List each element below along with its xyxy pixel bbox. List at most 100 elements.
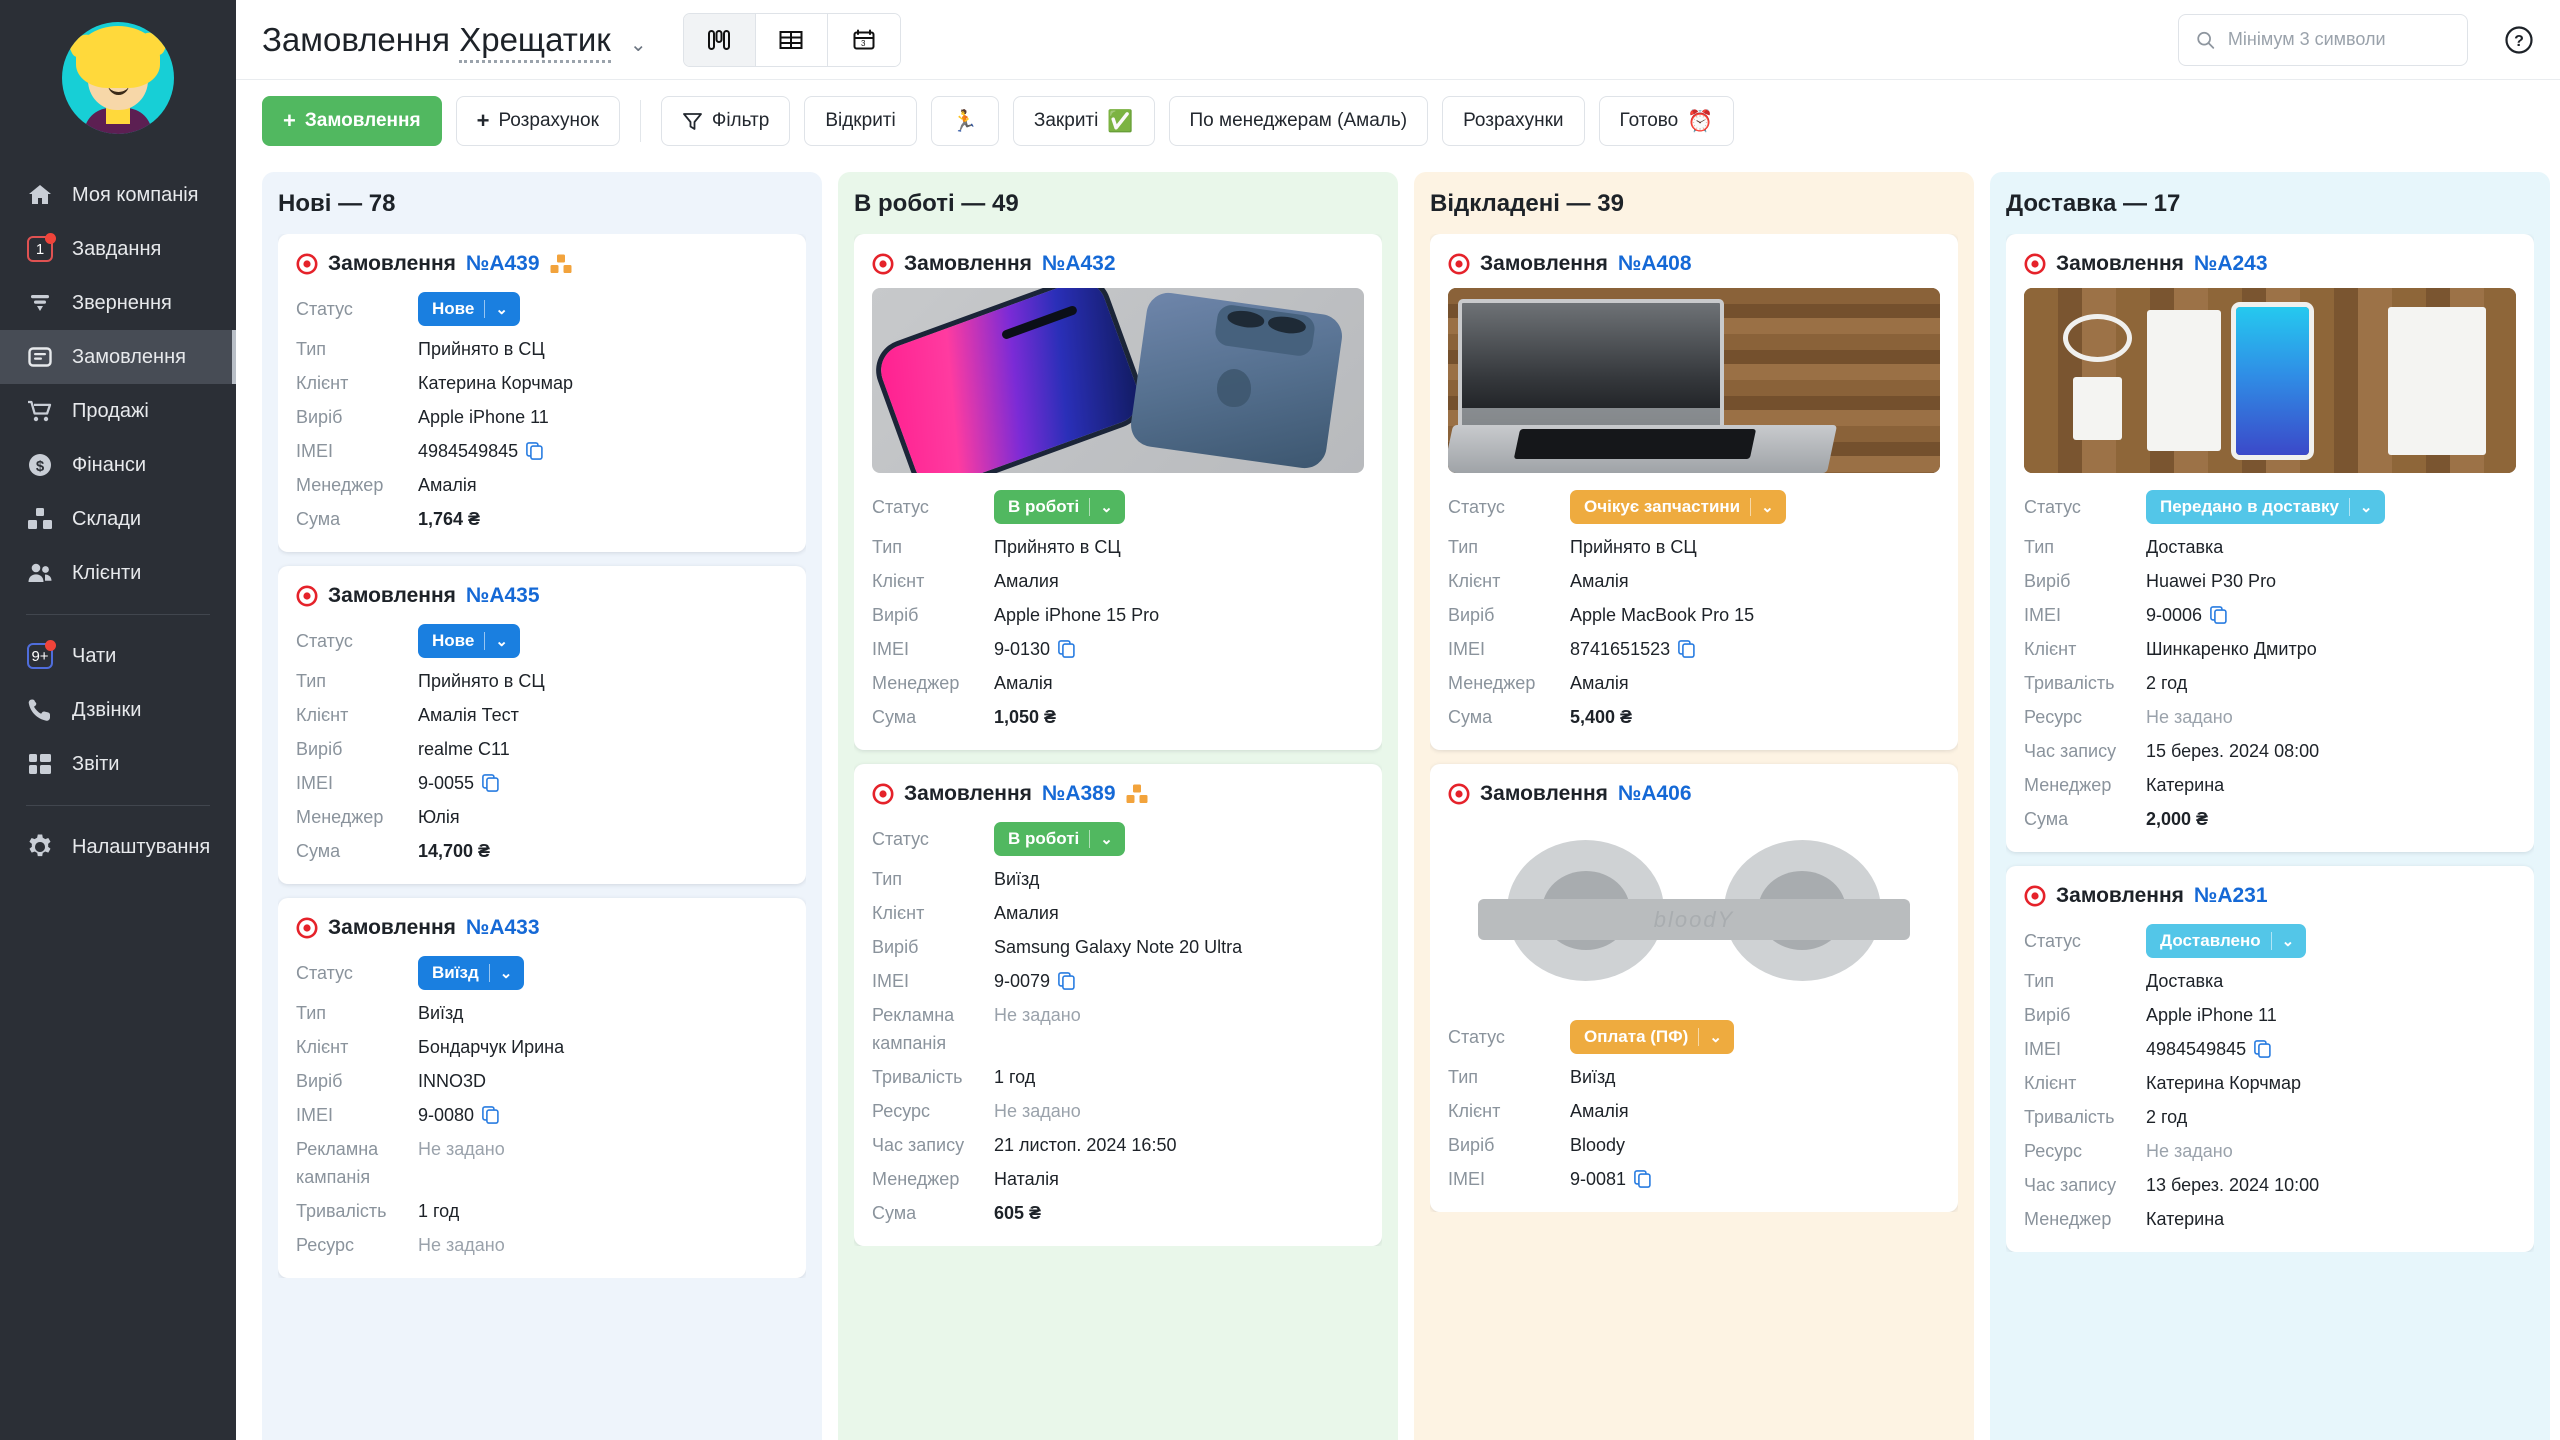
- chevron-down-icon[interactable]: ⌄: [500, 964, 521, 982]
- card-status-row: Статус Передано в доставку ⌄: [2024, 486, 2516, 530]
- card-field-row: Менеджер Наталія: [872, 1162, 1364, 1196]
- column-cards: Замовлення №A439 Статус Нове ⌄ Тип Прийнято в …: [278, 234, 806, 1278]
- order-card[interactable]: Замовлення №A435 Статус Нове ⌄ Тип Прийнято в …: [278, 566, 806, 884]
- status-badge[interactable]: Доставлено ⌄: [2146, 924, 2307, 958]
- filter-button[interactable]: Фільтр: [660, 96, 791, 146]
- field-label: Тривалість: [872, 1067, 963, 1087]
- chevron-down-icon[interactable]: ⌄: [495, 300, 516, 318]
- chevron-down-icon[interactable]: ⌄: [1709, 1028, 1730, 1046]
- card-order-number[interactable]: №A408: [1618, 252, 1692, 276]
- chevron-down-icon[interactable]: ⌄: [495, 632, 516, 650]
- order-card[interactable]: Замовлення №A406 bloodY Статус Оплата (ПФ) ⌄ Т…: [1430, 764, 1958, 1212]
- kanban-view-tab[interactable]: [683, 13, 756, 66]
- card-order-number[interactable]: №A243: [2194, 252, 2268, 276]
- sidebar-item-6[interactable]: $ Фінанси: [0, 438, 236, 492]
- order-card[interactable]: Замовлення №A389 Статус В роботі ⌄ Тип Виїзд Кл…: [854, 764, 1382, 1246]
- field-value: Шинкаренко Дмитро: [2146, 639, 2317, 659]
- card-order-number[interactable]: №A231: [2194, 884, 2268, 908]
- calendar-view-tab[interactable]: 3: [827, 13, 900, 66]
- page-title[interactable]: Замовлення Хрещатик ⌄: [262, 20, 647, 63]
- task-badge-icon: 1: [26, 233, 56, 263]
- status-divider: [488, 964, 490, 982]
- closed-filter-button[interactable]: Закриті ✅: [1012, 96, 1155, 146]
- copy-icon: [482, 1106, 499, 1124]
- card-field-row: Виріб Bloody: [1448, 1128, 1940, 1162]
- field-label: IMEI: [296, 441, 334, 461]
- sidebar-item-8[interactable]: Клієнти: [0, 546, 236, 600]
- status-badge[interactable]: Оплата (ПФ) ⌄: [1570, 1020, 1734, 1054]
- card-order-number[interactable]: №A433: [466, 916, 540, 940]
- card-header: Замовлення №A435: [296, 584, 788, 608]
- sidebar-item-1[interactable]: Моя компанія: [0, 168, 236, 222]
- status-badge[interactable]: В роботі ⌄: [994, 822, 1125, 856]
- sidebar-item-7[interactable]: Склади: [0, 492, 236, 546]
- search-box[interactable]: [2178, 13, 2468, 66]
- status-divider: [484, 632, 486, 650]
- card-field-row: Клієнт Амалия: [872, 896, 1364, 930]
- status-badge[interactable]: В роботі ⌄: [994, 490, 1125, 524]
- chevron-down-icon[interactable]: ⌄: [2282, 932, 2303, 950]
- order-card[interactable]: Замовлення №A243 Статус Передано в доставку…: [2006, 234, 2534, 852]
- field-label: Клієнт: [872, 571, 925, 591]
- field-value: Apple iPhone 15 Pro: [994, 605, 1160, 625]
- help-button[interactable]: ?: [2502, 23, 2536, 57]
- status-badge[interactable]: Передано в доставку ⌄: [2146, 490, 2385, 524]
- field-value: 9-0006: [2146, 601, 2227, 629]
- order-card[interactable]: Замовлення №A432 Статус В роботі ⌄ Тип Прийнят…: [854, 234, 1382, 750]
- chevron-down-icon[interactable]: ⌄: [630, 34, 647, 56]
- card-order-number[interactable]: №A432: [1042, 252, 1116, 276]
- card-order-number[interactable]: №A389: [1042, 782, 1116, 806]
- field-value: realme C11: [418, 739, 510, 759]
- field-label: Клієнт: [296, 373, 349, 393]
- open-filter-button[interactable]: Відкриті: [804, 96, 917, 146]
- sidebar: Моя компанія 1 Завдання Звернення Замовлення…: [0, 0, 236, 1440]
- card-status-row: Статус Очікує запчастини ⌄: [1448, 486, 1940, 530]
- add-estimate-button[interactable]: + Розрахунок: [455, 96, 620, 146]
- sidebar-item-5[interactable]: Продажі: [0, 384, 236, 438]
- card-order-number[interactable]: №A439: [466, 252, 540, 276]
- status-badge[interactable]: Нове ⌄: [418, 292, 520, 326]
- ready-filter-button[interactable]: Готово ⏰: [1598, 96, 1735, 146]
- chevron-down-icon[interactable]: ⌄: [1100, 498, 1121, 516]
- sidebar-item-2[interactable]: 1 Завдання: [0, 222, 236, 276]
- chevron-down-icon[interactable]: ⌄: [2360, 498, 2381, 516]
- sidebar-item-3[interactable]: Звернення: [0, 276, 236, 330]
- order-card[interactable]: Замовлення №A408 Статус Очікує запчастини ⌄ Т…: [1430, 234, 1958, 750]
- field-value: Виїзд: [994, 869, 1040, 889]
- sidebar-item-4[interactable]: Замовлення: [0, 330, 236, 384]
- field-label: Сума: [296, 841, 341, 861]
- field-label: Менеджер: [296, 475, 384, 495]
- sidebar-item-12[interactable]: Налаштування: [0, 820, 236, 874]
- card-field-row: Тип Доставка: [2024, 530, 2516, 564]
- copy-icon: [482, 774, 499, 792]
- chevron-down-icon[interactable]: ⌄: [1761, 498, 1782, 516]
- search-input[interactable]: [2227, 29, 2451, 50]
- chevron-down-icon[interactable]: ⌄: [1100, 830, 1121, 848]
- status-badge[interactable]: Очікує запчастини ⌄: [1570, 490, 1786, 524]
- page-title-branch[interactable]: Хрещатик: [459, 20, 611, 63]
- sidebar-item-11[interactable]: Звіти: [0, 737, 236, 791]
- status-divider: [484, 300, 486, 318]
- estimates-filter-button[interactable]: Розрахунки: [1442, 96, 1585, 146]
- card-field-row: Менеджер Амалія: [296, 468, 788, 502]
- add-order-button[interactable]: + Замовлення: [262, 96, 442, 146]
- table-view-tab[interactable]: [755, 13, 828, 66]
- field-label: Статус: [296, 299, 353, 319]
- sidebar-item-9[interactable]: 9+ Чати: [0, 629, 236, 683]
- sidebar-item-10[interactable]: Дзвінки: [0, 683, 236, 737]
- order-card[interactable]: Замовлення №A439 Статус Нове ⌄ Тип Прийнято в …: [278, 234, 806, 552]
- status-badge[interactable]: Нове ⌄: [418, 624, 520, 658]
- status-badge[interactable]: Виїзд ⌄: [418, 956, 525, 990]
- phone-icon: [26, 696, 54, 724]
- avatar[interactable]: [0, 16, 236, 168]
- card-field-row: Сума 1,764 ₴: [296, 502, 788, 536]
- by-manager-filter-button[interactable]: По менеджерам (Амаль): [1168, 96, 1429, 146]
- by-manager-label: По менеджерам (Амаль): [1189, 110, 1408, 131]
- field-label: Ресурс: [2024, 1141, 2083, 1161]
- card-fields: Статус Доставлено ⌄ Тип Доставка Виріб Apple i…: [2024, 920, 2516, 1236]
- card-order-number[interactable]: №A435: [466, 584, 540, 608]
- order-card[interactable]: Замовлення №A433 Статус Виїзд ⌄ Тип Виїзд Клієн…: [278, 898, 806, 1278]
- order-card[interactable]: Замовлення №A231 Статус Доставлено ⌄ Тип Доста…: [2006, 866, 2534, 1252]
- runner-filter-button[interactable]: 🏃: [930, 96, 999, 146]
- card-order-number[interactable]: №A406: [1618, 782, 1692, 806]
